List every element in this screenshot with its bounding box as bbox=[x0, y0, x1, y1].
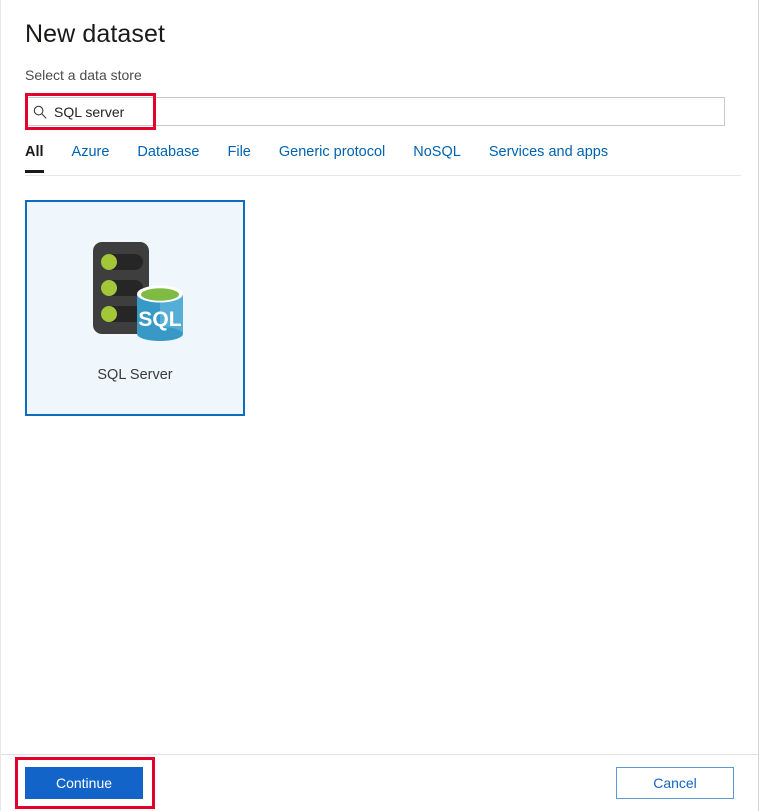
data-store-category-tabs: All Azure Database File Generic protocol… bbox=[25, 143, 741, 176]
continue-button[interactable]: Continue bbox=[25, 767, 143, 799]
data-store-card-label: SQL Server bbox=[97, 367, 173, 383]
footer-left: Continue bbox=[15, 757, 155, 809]
search-input[interactable]: SQL server bbox=[25, 97, 725, 126]
svg-text:SQL: SQL bbox=[138, 308, 181, 331]
tab-file[interactable]: File bbox=[228, 143, 251, 173]
search-input-value: SQL server bbox=[54, 103, 125, 120]
tab-azure[interactable]: Azure bbox=[72, 143, 110, 173]
tab-nosql[interactable]: NoSQL bbox=[413, 143, 461, 173]
tab-services-and-apps[interactable]: Services and apps bbox=[489, 143, 608, 173]
search-icon bbox=[26, 105, 54, 119]
tab-all[interactable]: All bbox=[25, 143, 44, 173]
data-store-card-sql-server[interactable]: SQL SQL Server bbox=[25, 200, 245, 416]
dialog-footer: Continue Cancel bbox=[1, 754, 758, 811]
cancel-button[interactable]: Cancel bbox=[616, 767, 734, 799]
dialog-body: New dataset Select a data store SQL serv… bbox=[1, 0, 758, 754]
search-area: SQL server bbox=[25, 93, 725, 130]
new-dataset-dialog: New dataset Select a data store SQL serv… bbox=[0, 0, 759, 811]
data-store-results-grid: SQL SQL Server bbox=[25, 200, 758, 416]
page-title: New dataset bbox=[25, 20, 166, 48]
sql-server-icon: SQL bbox=[79, 234, 191, 346]
section-label: Select a data store bbox=[25, 67, 142, 83]
tab-generic-protocol[interactable]: Generic protocol bbox=[279, 143, 385, 173]
tab-database[interactable]: Database bbox=[137, 143, 199, 173]
